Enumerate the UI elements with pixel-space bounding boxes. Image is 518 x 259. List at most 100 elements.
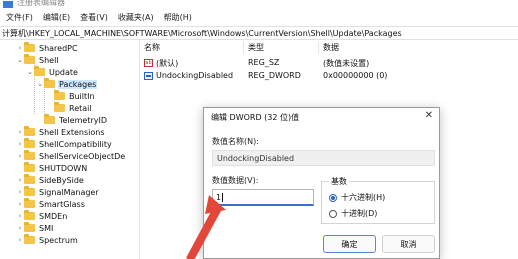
dialog-title: 编辑 DWORD (32 位)值 bbox=[211, 113, 300, 122]
tree-node-shellcompatibility[interactable]: › ShellCompatibility bbox=[16, 138, 113, 150]
tree-node-shutdown[interactable]: SHUTDOWN bbox=[16, 162, 88, 174]
cancel-button[interactable]: 取消 bbox=[382, 235, 435, 253]
registry-editor-icon bbox=[3, 1, 13, 8]
value-name: UndockingDisabled bbox=[156, 71, 234, 80]
tree-node-telemetryid[interactable]: TelemetryID bbox=[36, 114, 108, 126]
column-divider[interactable] bbox=[243, 41, 244, 54]
tree-node-shell[interactable]: ⌄ Shell bbox=[16, 54, 60, 66]
folder-icon bbox=[24, 198, 35, 208]
chevron-right-icon[interactable]: › bbox=[16, 138, 24, 150]
chevron-right-icon[interactable]: › bbox=[16, 210, 24, 222]
radio-unchecked-icon bbox=[329, 209, 337, 218]
value-data: (数值未设置) bbox=[323, 59, 370, 68]
value-row-default[interactable]: ab (默认) REG_SZ (数值未设置) bbox=[142, 57, 518, 69]
tree-node-builtin[interactable]: BuiltIn bbox=[46, 90, 96, 102]
tree-node-retail[interactable]: Retail bbox=[46, 102, 93, 114]
dword-value-icon bbox=[144, 72, 153, 80]
column-data-header[interactable]: 数据 bbox=[323, 42, 339, 53]
folder-icon bbox=[54, 102, 65, 112]
text-caret bbox=[222, 193, 224, 202]
chevron-down-icon[interactable]: ⌄ bbox=[26, 66, 34, 78]
tree-node-label: SideBySide bbox=[39, 175, 84, 185]
radio-hexadecimal[interactable]: 十六进制(H) bbox=[329, 192, 385, 203]
value-row-undocking-disabled[interactable]: UndockingDisabled REG_DWORD 0x00000000 (… bbox=[142, 70, 518, 82]
tree-node-label: ShellServiceObjectDe bbox=[39, 151, 126, 161]
chevron-down-icon[interactable]: ⌄ bbox=[36, 78, 44, 90]
chevron-right-icon[interactable]: › bbox=[16, 174, 24, 186]
column-type-header[interactable]: 类型 bbox=[248, 42, 264, 53]
edit-dword-dialog: 编辑 DWORD (32 位)值 ✕ 数值名称(N): UndockingDis… bbox=[203, 107, 440, 259]
tree-node-packages[interactable]: ⌄ Packages bbox=[36, 78, 98, 90]
tree-node-label: Retail bbox=[69, 103, 92, 113]
column-divider[interactable] bbox=[318, 41, 319, 54]
ok-button[interactable]: 确定 bbox=[323, 235, 376, 253]
tree-node-label: SharedPC bbox=[39, 43, 78, 53]
address-bar[interactable]: 计算机\HKEY_LOCAL_MACHINE\SOFTWARE\Microsof… bbox=[0, 26, 518, 40]
folder-icon bbox=[44, 114, 55, 124]
menu-view[interactable]: 查看(V) bbox=[78, 11, 110, 24]
tree-node-spectrum[interactable]: › Spectrum bbox=[16, 234, 79, 246]
chevron-down-icon[interactable]: ⌄ bbox=[16, 54, 24, 66]
chevron-right-icon[interactable]: › bbox=[16, 198, 24, 210]
tree-node-label: SmartGlass bbox=[39, 199, 85, 209]
menu-favorites[interactable]: 收藏夹(A) bbox=[116, 11, 156, 24]
tree-node-label: Update bbox=[49, 67, 78, 77]
chevron-right-icon[interactable]: › bbox=[16, 222, 24, 234]
folder-icon bbox=[54, 90, 65, 100]
value-data: 0x00000000 (0) bbox=[323, 71, 388, 80]
pane-splitter[interactable] bbox=[139, 40, 140, 259]
values-list-header: 名称 类型 数据 bbox=[142, 41, 518, 54]
base-label: 基数 bbox=[329, 176, 349, 187]
folder-icon bbox=[34, 66, 45, 76]
value-name: (默认) bbox=[156, 59, 179, 68]
window-title: 注册表编辑器 bbox=[17, 0, 65, 7]
folder-icon bbox=[24, 54, 35, 64]
title-bar: 注册表编辑器 bbox=[0, 0, 518, 9]
chevron-right-icon[interactable]: › bbox=[16, 126, 24, 138]
radio-hexadecimal-label: 十六进制(H) bbox=[341, 193, 386, 202]
tree-node-signalmanager[interactable]: › SignalManager bbox=[16, 186, 100, 198]
folder-icon bbox=[24, 210, 35, 220]
folder-icon bbox=[24, 162, 35, 172]
menu-edit[interactable]: 编辑(E) bbox=[41, 11, 72, 24]
value-data-input[interactable]: 1 bbox=[212, 189, 314, 206]
tree-node-smi[interactable]: › SMI bbox=[16, 222, 54, 234]
folder-icon bbox=[44, 78, 55, 88]
chevron-right-icon[interactable]: › bbox=[16, 234, 24, 246]
tree-node-sharedpc[interactable]: › SharedPC bbox=[16, 42, 79, 54]
tree-node-label: SMI bbox=[39, 223, 54, 233]
tree-node-label: Packages bbox=[58, 79, 98, 89]
tree-node-shellserviceobjectde[interactable]: › ShellServiceObjectDe bbox=[16, 150, 126, 162]
value-name-field: UndockingDisabled bbox=[212, 150, 435, 166]
chevron-right-icon[interactable]: › bbox=[16, 186, 24, 198]
menu-bar: 文件(F) 编辑(E) 查看(V) 收藏夹(A) 帮助(H) bbox=[0, 9, 518, 26]
radio-decimal[interactable]: 十进制(D) bbox=[329, 208, 377, 219]
tree-node-label: TelemetryID bbox=[59, 115, 107, 125]
tree-node-label: SMDEn bbox=[39, 211, 68, 221]
tree-node-shell-extensions[interactable]: › Shell Extensions bbox=[16, 126, 106, 138]
folder-icon bbox=[24, 42, 35, 52]
tree-node-sidebyside[interactable]: › SideBySide bbox=[16, 174, 85, 186]
registry-tree: › SharedPC ⌄ Shell ⌄ Update ⌄ Packages BuiltIn Re… bbox=[0, 40, 137, 259]
menu-help[interactable]: 帮助(H) bbox=[162, 11, 194, 24]
column-name-header[interactable]: 名称 bbox=[144, 42, 160, 53]
folder-icon bbox=[24, 126, 35, 136]
tree-node-label: ShellCompatibility bbox=[39, 139, 112, 149]
chevron-right-icon[interactable]: › bbox=[16, 42, 24, 54]
tree-node-label: SignalManager bbox=[39, 187, 99, 197]
value-name-label: 数值名称(N): bbox=[212, 137, 259, 146]
string-value-icon: ab bbox=[144, 59, 153, 67]
tree-node-smartglass[interactable]: › SmartGlass bbox=[16, 198, 86, 210]
tree-node-update[interactable]: ⌄ Update bbox=[26, 66, 79, 78]
menu-file[interactable]: 文件(F) bbox=[4, 11, 35, 24]
tree-node-label: BuiltIn bbox=[69, 91, 95, 101]
close-icon[interactable]: ✕ bbox=[425, 110, 433, 121]
chevron-right-icon[interactable]: › bbox=[16, 150, 24, 162]
tree-node-smden[interactable]: › SMDEn bbox=[16, 210, 68, 222]
base-groupbox: 基数 十六进制(H) 十进制(D) bbox=[321, 176, 435, 224]
folder-icon bbox=[24, 222, 35, 232]
value-type: REG_SZ bbox=[248, 58, 280, 67]
